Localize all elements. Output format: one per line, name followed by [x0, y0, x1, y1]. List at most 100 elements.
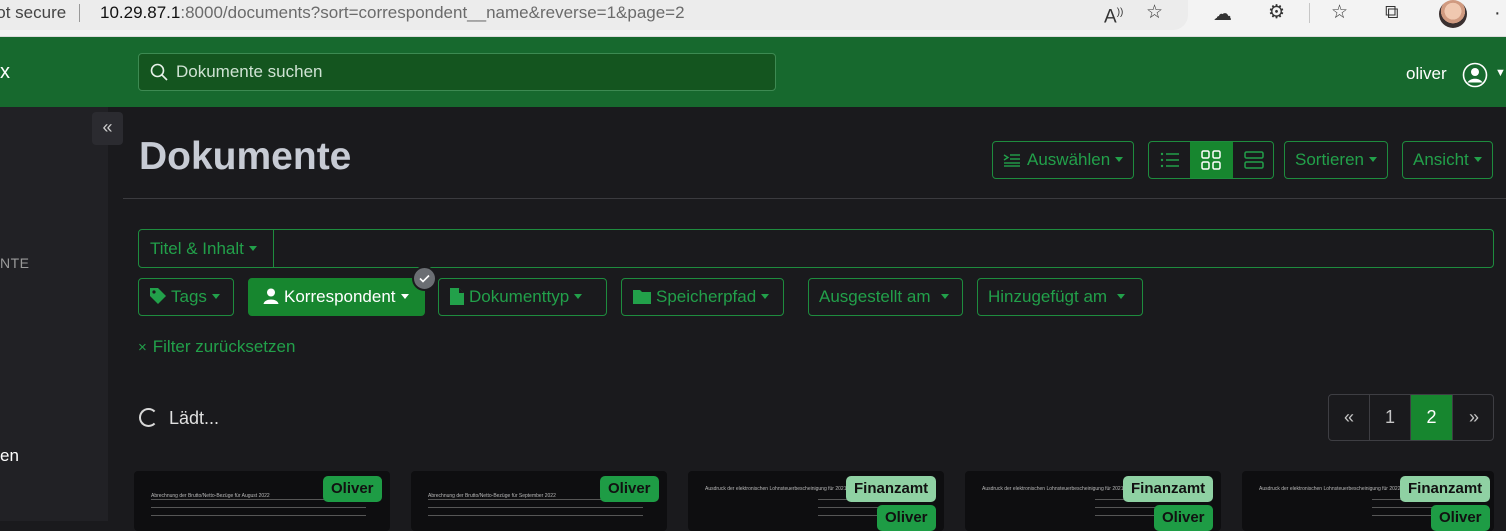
app-navbar: x oliver ▼: [0, 37, 1506, 107]
pagination-prev[interactable]: «: [1329, 395, 1370, 440]
page-title: Dokumente: [139, 135, 352, 178]
pagination-page-2[interactable]: 2: [1411, 395, 1453, 440]
pagination-next[interactable]: »: [1453, 395, 1493, 440]
more-menu-icon[interactable]: ·: [1494, 2, 1501, 25]
thumbnail-rule: [428, 507, 643, 508]
document-card[interactable]: Abrechnung der Brutto/Netto-Bezüge für A…: [134, 471, 390, 531]
correspondent-badge[interactable]: Oliver: [323, 476, 382, 502]
url-path: :8000/documents?sort=correspondent__name…: [180, 3, 685, 22]
document-thumbnail-title: Ausdruck der elektronischen Lohnsteuerbe…: [705, 486, 847, 492]
view-button-label: Ansicht: [1413, 150, 1469, 169]
reset-filters-link[interactable]: × Filter zurücksetzen: [138, 337, 295, 357]
large-cards-icon: [1244, 151, 1264, 169]
thumbnail-rule: [151, 515, 366, 516]
folder-icon: [633, 289, 651, 304]
collections-icon[interactable]: ⧉: [1385, 3, 1399, 23]
extensions-icon[interactable]: ⚙: [1268, 3, 1285, 23]
grid-icon: [1201, 150, 1221, 170]
filter-added-date-button[interactable]: Hinzugefügt am: [977, 278, 1143, 316]
owner-badge[interactable]: Oliver: [1431, 505, 1490, 531]
select-list-icon: [1003, 153, 1020, 167]
filter-correspondent-label: Korrespondent: [284, 287, 396, 306]
filter-tags-button[interactable]: Tags: [138, 278, 234, 316]
select-button[interactable]: Auswählen: [992, 141, 1135, 179]
chevron-down-icon: [1117, 293, 1126, 299]
chevron-down-icon: [1115, 156, 1124, 162]
display-mode-toggle: [1148, 141, 1274, 179]
chevron-down-icon: [400, 293, 409, 299]
filter-storage-path-button[interactable]: Speicherpfad: [621, 278, 784, 316]
filter-document-type-label: Dokumenttyp: [469, 287, 570, 306]
chevron-down-icon: [1368, 156, 1377, 162]
sidebar-item[interactable]: en: [0, 446, 19, 466]
url-host: 10.29.87.1: [100, 3, 181, 22]
owner-badge[interactable]: Oliver: [1154, 505, 1213, 531]
sort-button[interactable]: Sortieren: [1284, 141, 1388, 179]
file-icon: [450, 287, 464, 305]
large-cards-view-button[interactable]: [1233, 142, 1273, 178]
favorite-add-icon[interactable]: ☆: [1146, 3, 1163, 23]
thumbnail-rule: [151, 507, 366, 508]
sort-button-label: Sortieren: [1295, 150, 1364, 169]
correspondent-badge[interactable]: Oliver: [600, 476, 659, 502]
sidebar-collapse-button[interactable]: «: [92, 112, 123, 145]
document-thumbnail-title: Ausdruck der elektronischen Lohnsteuerbe…: [982, 486, 1124, 492]
view-button[interactable]: Ansicht: [1402, 141, 1493, 179]
document-card[interactable]: Ausdruck der elektronischen Lohnsteuerbe…: [688, 471, 944, 531]
document-thumbnail-title: Ausdruck der elektronischen Lohnsteuerbe…: [1259, 486, 1401, 492]
list-icon: [1160, 152, 1179, 168]
sidebar-section-heading: NTE: [0, 255, 30, 271]
text-filter-type-button[interactable]: Titel & Inhalt: [139, 230, 274, 267]
chevron-down-icon: [248, 245, 257, 251]
filter-created-date-button[interactable]: Ausgestellt am: [808, 278, 963, 316]
loading-text: Lädt...: [169, 408, 220, 428]
reset-filters-label: Filter zurücksetzen: [152, 337, 296, 356]
filter-added-date-label: Hinzugefügt am: [988, 287, 1108, 306]
favorites-icon[interactable]: ☆: [1331, 3, 1348, 23]
filter-correspondent-button[interactable]: Korrespondent: [248, 278, 425, 316]
cloud-icon[interactable]: ☁: [1213, 5, 1232, 25]
document-card[interactable]: Ausdruck der elektronischen Lohnsteuerbe…: [1242, 471, 1494, 531]
address-bar[interactable]: Not secure 10.29.87.1:8000/documents?sor…: [0, 0, 1188, 30]
search-input[interactable]: [176, 54, 766, 90]
chevron-down-icon: [1473, 156, 1482, 162]
header-divider: [123, 198, 1506, 199]
active-filter-check-icon: [412, 266, 437, 291]
filter-document-type-button[interactable]: Dokumenttyp: [438, 278, 607, 316]
text-filter-type-label: Titel & Inhalt: [150, 239, 244, 258]
app-brand[interactable]: x: [0, 61, 10, 84]
owner-badge[interactable]: Oliver: [877, 505, 936, 531]
browser-toolbar: Not secure 10.29.87.1:8000/documents?sor…: [0, 0, 1506, 37]
filter-tags-label: Tags: [171, 287, 207, 306]
address-divider: [79, 4, 80, 22]
chevron-down-icon: [761, 293, 770, 299]
user-menu-caret-icon[interactable]: ▼: [1495, 67, 1506, 79]
tag-icon: [150, 288, 166, 305]
user-name[interactable]: oliver: [1406, 64, 1447, 84]
list-view-button[interactable]: [1149, 142, 1190, 178]
thumbnail-rule: [428, 515, 643, 516]
search-icon: [150, 63, 168, 81]
text-filter-input[interactable]: [275, 230, 1491, 267]
read-aloud-icon[interactable]: A)): [1104, 3, 1123, 27]
security-indicator[interactable]: Not secure: [0, 3, 66, 23]
filter-storage-path-label: Speicherpfad: [656, 287, 757, 306]
close-icon: ×: [138, 339, 147, 356]
chevron-down-icon: [940, 293, 949, 299]
url-text[interactable]: 10.29.87.1:8000/documents?sort=correspon…: [100, 3, 685, 23]
correspondent-badge[interactable]: Finanzamt: [1400, 476, 1491, 502]
correspondent-badge[interactable]: Finanzamt: [846, 476, 937, 502]
text-filter: Titel & Inhalt: [138, 229, 1494, 268]
global-search[interactable]: [138, 53, 776, 91]
profile-avatar[interactable]: [1439, 0, 1467, 28]
document-card[interactable]: Abrechnung der Brutto/Netto-Bezüge für S…: [411, 471, 667, 531]
loading-spinner-icon: [139, 408, 158, 427]
user-avatar-icon[interactable]: [1462, 62, 1488, 88]
chevron-down-icon: [211, 293, 220, 299]
correspondent-badge[interactable]: Finanzamt: [1123, 476, 1214, 502]
filter-created-date-label: Ausgestellt am: [819, 287, 931, 306]
pagination-page-1[interactable]: 1: [1370, 395, 1411, 440]
grid-view-button[interactable]: [1190, 142, 1233, 178]
chevron-down-icon: [574, 293, 583, 299]
document-card[interactable]: Ausdruck der elektronischen Lohnsteuerbe…: [965, 471, 1221, 531]
